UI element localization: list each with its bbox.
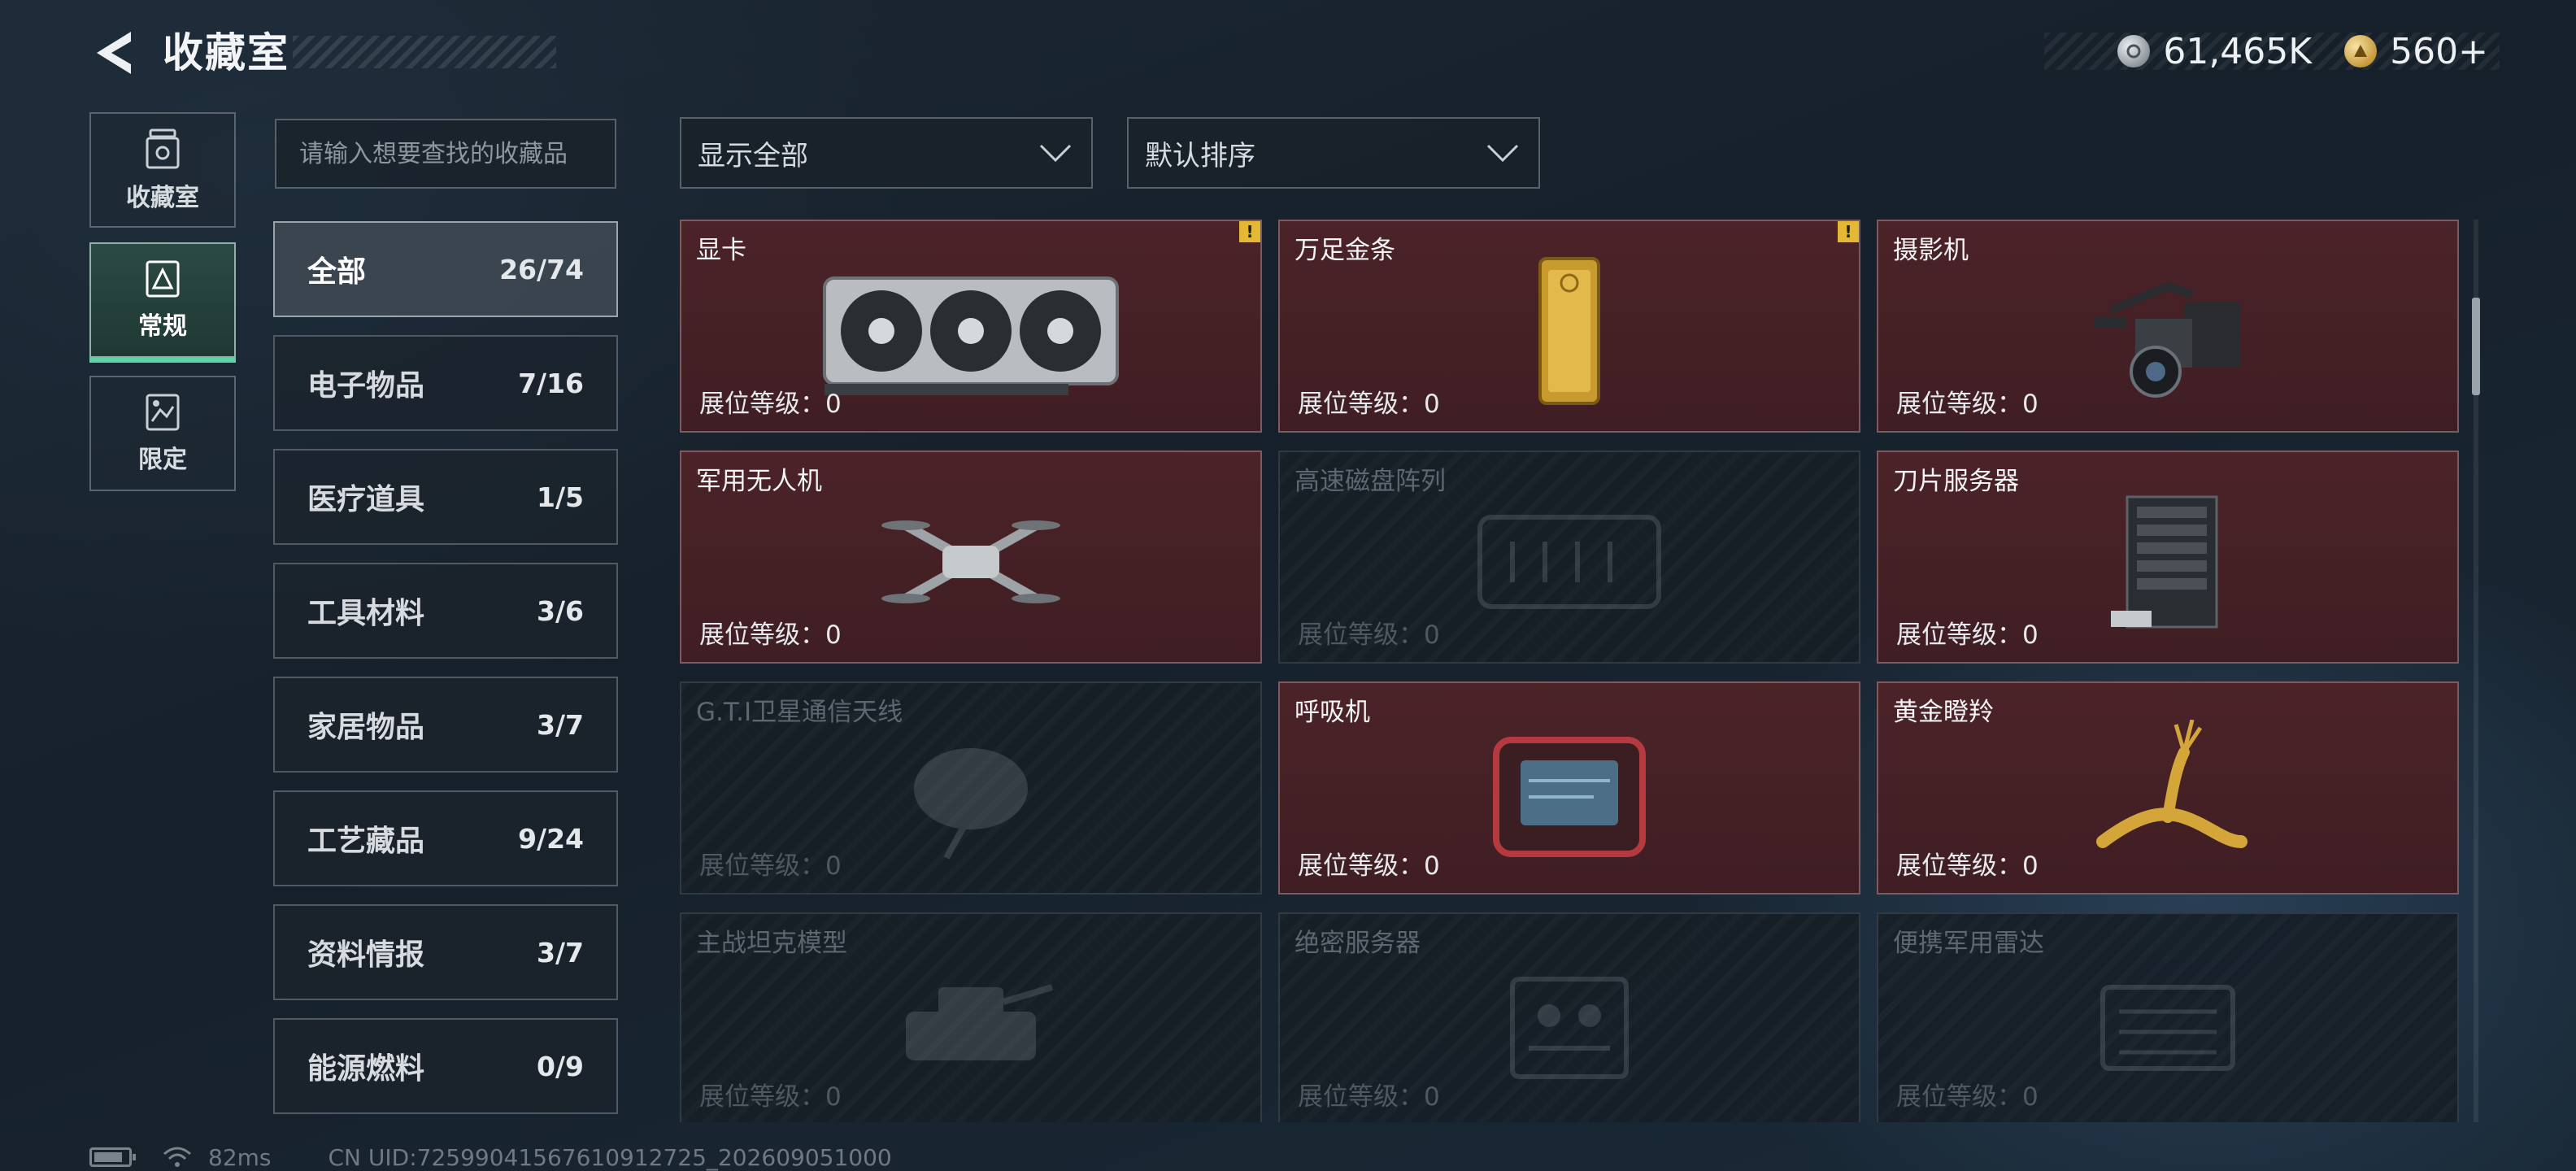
collection-card-portable-radar[interactable]: 便携军用雷达 展位等级：0 (1877, 912, 2459, 1122)
category-tools[interactable]: 工具材料 3/6 (273, 563, 618, 659)
ping-value: 82ms (208, 1143, 272, 1171)
nav-tab-label: 限定 (138, 446, 187, 474)
category-count: 1/5 (537, 481, 584, 513)
silver-currency-value: 61,465K (2163, 30, 2313, 72)
search-input[interactable] (275, 119, 616, 189)
page-title: 收藏室 (163, 29, 289, 76)
category-medical[interactable]: 医疗道具 1/5 (273, 449, 618, 545)
chevron-down-icon (1039, 144, 1072, 163)
nav-tab-limited[interactable]: 限定 (89, 376, 236, 491)
gold-bar-icon (1399, 254, 1740, 408)
category-crafts[interactable]: 工艺藏品 9/24 (273, 790, 618, 886)
collection-card-tank-model[interactable]: 主战坦克模型 展位等级：0 (680, 912, 1262, 1122)
collection-card-secret-server[interactable]: 绝密服务器 展位等级：0 (1278, 912, 1860, 1122)
collection-card-blade-server[interactable]: 刀片服务器 展位等级：0 (1877, 451, 2459, 664)
category-energy[interactable]: 能源燃料 0/9 (273, 1018, 618, 1114)
display-level: 展位等级：0 (1896, 390, 2039, 419)
item-name: 万足金条 (1295, 236, 1395, 265)
display-level: 展位等级：0 (699, 1082, 842, 1112)
display-level: 展位等级：0 (1298, 390, 1440, 419)
item-name: 呼吸机 (1295, 698, 1370, 727)
display-level: 展位等级：0 (1896, 851, 2039, 881)
category-all[interactable]: 全部 26/74 (273, 221, 618, 317)
collection-card-disk-array[interactable]: 高速磁盘阵列 展位等级：0 (1278, 451, 1860, 664)
battery-icon (89, 1147, 136, 1167)
secret-server-icon (1399, 947, 1740, 1101)
alert-badge: ! (1838, 221, 1859, 242)
title-decoration (293, 36, 556, 68)
back-button[interactable] (85, 24, 141, 81)
display-level: 展位等级：0 (1896, 620, 2039, 650)
category-count: 26/74 (499, 253, 584, 285)
silver-coin-icon (2117, 35, 2151, 67)
collection-grid: 显卡 ! 展位等级：0 万足金条 ! 展位等级：0 摄影机 展位等级：0 军用无… (680, 220, 2461, 1122)
nav-tab-regular[interactable]: 常规 (89, 242, 236, 363)
display-level: 展位等级：0 (1298, 1082, 1440, 1112)
status-footer: 82ms CN UID:72599041567610912725_2026090… (89, 1143, 892, 1171)
golden-gazelle-icon (1997, 716, 2339, 870)
graphics-card-icon (800, 254, 1142, 408)
category-count: 7/16 (518, 367, 584, 399)
category-count: 9/24 (518, 822, 584, 855)
drone-icon (800, 485, 1142, 639)
collection-card-ventilator[interactable]: 呼吸机 展位等级：0 (1278, 681, 1860, 895)
collection-card-gold-bar[interactable]: 万足金条 ! 展位等级：0 (1278, 220, 1860, 433)
tank-model-icon (800, 947, 1142, 1101)
limited-collection-icon (146, 394, 180, 431)
sort-value: 默认排序 (1145, 139, 1255, 172)
category-count: 3/6 (537, 594, 584, 627)
display-level: 展位等级：0 (1896, 1082, 2039, 1112)
category-name: 医疗道具 (307, 483, 425, 516)
display-level: 展位等级：0 (1298, 620, 1440, 650)
category-count: 3/7 (537, 708, 584, 741)
ventilator-icon (1399, 716, 1740, 870)
sort-dropdown[interactable]: 默认排序 (1127, 117, 1540, 189)
nav-tab-label: 收藏室 (126, 184, 199, 212)
gold-currency-value: 560+ (2390, 30, 2488, 72)
user-uid: CN UID:72599041567610912725_202609051000 (328, 1143, 892, 1171)
blade-server-icon (1997, 485, 2339, 639)
collection-card-satellite-antenna[interactable]: G.T.I卫星通信天线 展位等级：0 (680, 681, 1262, 895)
category-intel[interactable]: 资料情报 3/7 (273, 904, 618, 1000)
category-electronics[interactable]: 电子物品 7/16 (273, 335, 618, 431)
item-name: 摄影机 (1893, 236, 1969, 265)
collection-card-golden-gazelle[interactable]: 黄金瞪羚 展位等级：0 (1877, 681, 2459, 895)
category-name: 资料情报 (307, 938, 425, 972)
portable-radar-icon (1997, 947, 2339, 1101)
display-filter-dropdown[interactable]: 显示全部 (680, 117, 1093, 189)
back-arrow-icon (97, 32, 131, 74)
currency-bar: 61,465K 560+ (2044, 30, 2500, 72)
collection-room-icon (146, 128, 180, 169)
display-level: 展位等级：0 (699, 620, 842, 650)
category-name: 工具材料 (307, 597, 425, 630)
category-name: 全部 (307, 255, 367, 289)
display-filter-value: 显示全部 (698, 139, 808, 172)
video-camera-icon (1997, 254, 2339, 408)
nav-tab-label: 常规 (138, 312, 187, 341)
category-name: 电子物品 (307, 369, 425, 403)
collection-card-drone[interactable]: 军用无人机 展位等级：0 (680, 451, 1262, 664)
wifi-icon (163, 1147, 191, 1167)
grid-scrollbar-thumb[interactable] (2472, 298, 2480, 395)
alert-badge: ! (1239, 221, 1260, 242)
category-name: 工艺藏品 (307, 825, 425, 858)
gold-coin-icon (2344, 35, 2378, 67)
regular-collection-icon (146, 260, 180, 298)
category-name: 家居物品 (307, 711, 425, 744)
display-level: 展位等级：0 (699, 851, 842, 881)
category-household[interactable]: 家居物品 3/7 (273, 677, 618, 773)
disk-array-icon (1399, 485, 1740, 639)
satellite-antenna-icon (800, 716, 1142, 870)
category-count: 0/9 (537, 1050, 584, 1082)
display-level: 展位等级：0 (1298, 851, 1440, 881)
category-count: 3/7 (537, 936, 584, 969)
chevron-down-icon (1486, 144, 1519, 163)
item-name: 黄金瞪羚 (1893, 698, 1994, 727)
nav-tab-collection-room[interactable]: 收藏室 (89, 112, 236, 228)
item-name: 显卡 (696, 236, 746, 265)
collection-card-video-camera[interactable]: 摄影机 展位等级：0 (1877, 220, 2459, 433)
collection-card-graphics-card[interactable]: 显卡 ! 展位等级：0 (680, 220, 1262, 433)
display-level: 展位等级：0 (699, 390, 842, 419)
category-name: 能源燃料 (307, 1052, 425, 1086)
